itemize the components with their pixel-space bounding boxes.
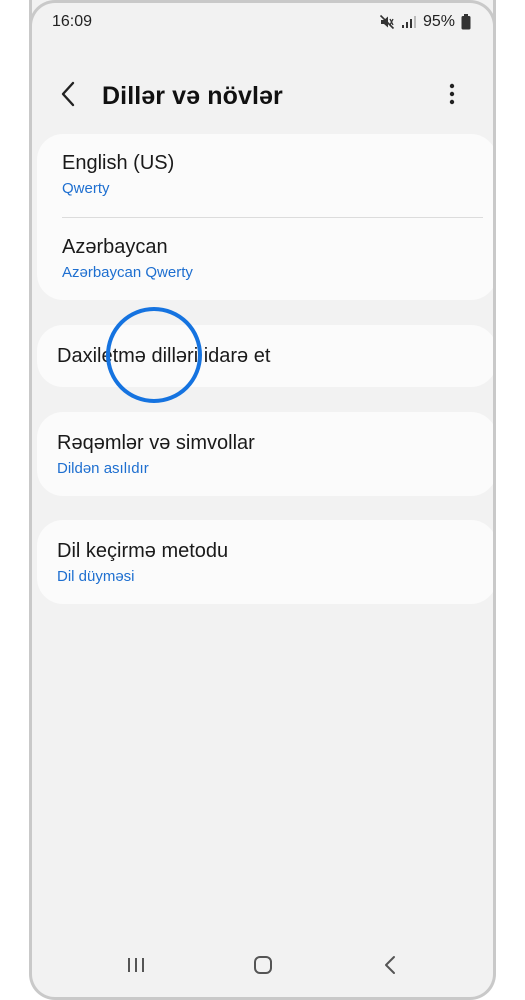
recent-apps-icon xyxy=(126,956,146,979)
language-layout: Qwerty xyxy=(62,180,110,197)
battery-icon xyxy=(461,14,471,30)
numbers-symbols-item[interactable]: Rəqəmlər və simvollar Dildən asılıdır xyxy=(32,432,255,477)
language-item-azerbaijani[interactable]: Azərbaycan Azərbaycan Qwerty xyxy=(37,236,193,281)
switch-method-subtitle: Dil düyməsi xyxy=(57,568,135,585)
phone-frame: 16:09 95% Dillər və növlər English (US) … xyxy=(29,0,496,1000)
recent-apps-button[interactable] xyxy=(106,945,166,989)
languages-card: English (US) Qwerty Azərbaycan Azərbayca… xyxy=(37,134,493,300)
numbers-symbols-subtitle: Dildən asılıdır xyxy=(57,460,149,477)
switch-method-title: Dil keçirmə metodu xyxy=(57,540,229,562)
chevron-left-icon xyxy=(60,81,78,112)
numbers-symbols-card[interactable]: Rəqəmlər və simvollar Dildən asılıdır xyxy=(37,412,493,496)
switch-method-item[interactable]: Dil keçirmə metodu Dil düyməsi xyxy=(32,540,228,585)
language-title: Azərbaycan xyxy=(62,236,168,258)
more-vertical-icon xyxy=(449,83,455,110)
numbers-symbols-title: Rəqəmlər və simvollar xyxy=(57,432,255,454)
back-icon xyxy=(383,955,397,980)
back-button[interactable] xyxy=(46,73,92,119)
status-time: 16:09 xyxy=(52,13,93,30)
manage-languages-card[interactable]: Daxiletmə dilləri idarə et xyxy=(37,325,493,387)
nav-back-button[interactable] xyxy=(360,945,420,989)
switch-method-card[interactable]: Dil keçirmə metodu Dil düyməsi xyxy=(37,520,493,604)
divider xyxy=(62,217,483,218)
language-title: English (US) xyxy=(62,152,175,174)
more-options-button[interactable] xyxy=(429,73,475,119)
signal-icon xyxy=(401,15,417,29)
status-bar: 16:09 95% xyxy=(32,0,493,44)
mute-icon xyxy=(379,14,395,30)
app-header: Dillər və növlər xyxy=(32,70,493,122)
home-button[interactable] xyxy=(233,945,293,989)
navigation-bar xyxy=(32,937,493,997)
home-icon xyxy=(253,955,273,980)
manage-languages-title: Daxiletmə dilləri idarə et xyxy=(57,345,271,367)
language-item-english[interactable]: English (US) Qwerty xyxy=(37,152,174,197)
language-layout: Azərbaycan Qwerty xyxy=(62,264,193,281)
status-icons: 95% xyxy=(379,13,471,31)
manage-languages-item[interactable]: Daxiletmə dilləri idarə et xyxy=(32,345,270,368)
page-title: Dillər və növlər xyxy=(102,81,283,110)
battery-percent: 95% xyxy=(422,13,455,30)
